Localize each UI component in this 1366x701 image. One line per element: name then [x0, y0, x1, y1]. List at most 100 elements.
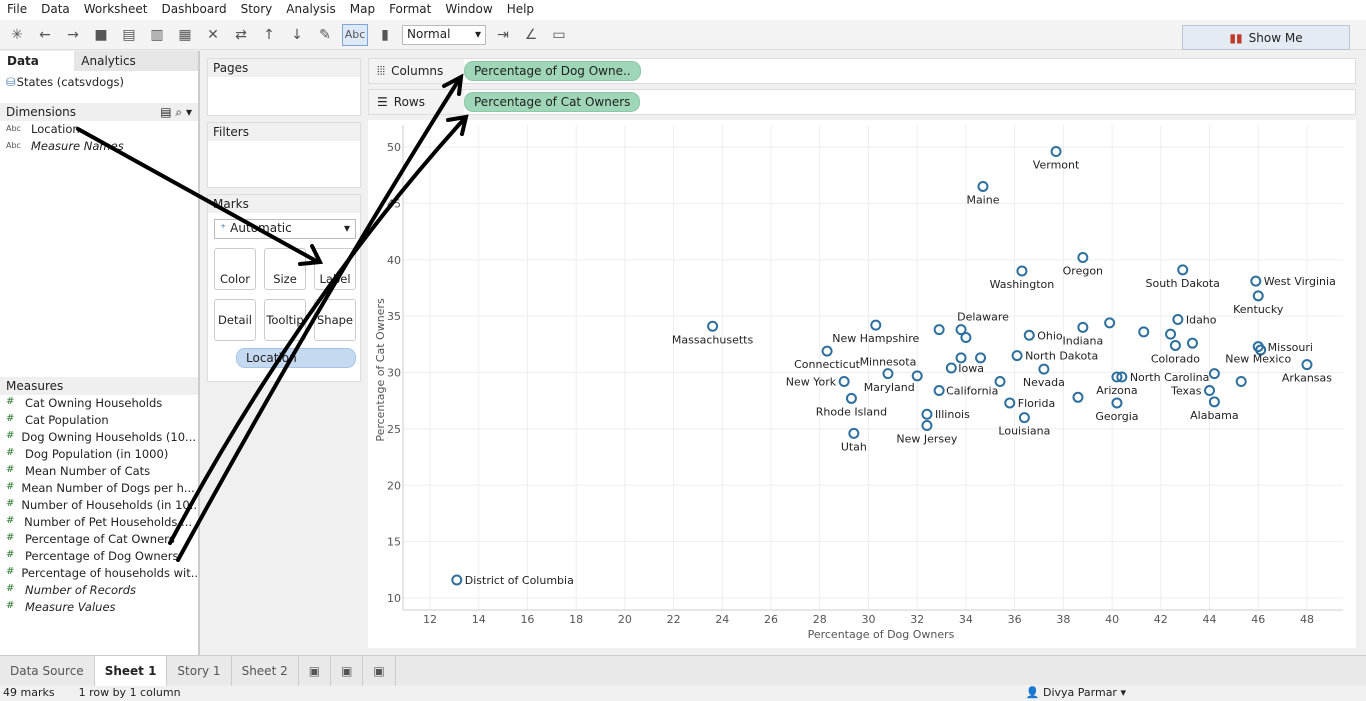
swap-icon[interactable]: ⇄: [230, 24, 252, 46]
dimension-field[interactable]: Abc Measure Names: [0, 138, 198, 155]
data-point[interactable]: [1023, 329, 1035, 341]
scatter-plot[interactable]: 12 14 16 18 20 22 24 26 28 30 32 34 36 38 40 42 44 46 48 10…: [368, 120, 1356, 648]
data-point[interactable]: [1072, 391, 1084, 403]
user-menu[interactable]: 👤 Divya Parmar ▾: [1026, 686, 1126, 701]
data-point[interactable]: [921, 408, 933, 420]
data-point[interactable]: [975, 352, 987, 364]
sheet-tab[interactable]: Story 1: [167, 655, 232, 686]
measure-field[interactable]: # Measure Values: [0, 599, 198, 616]
menu-help[interactable]: Help: [500, 0, 541, 20]
datasource-item[interactable]: ⛁ States (catsvdogs): [0, 71, 198, 93]
data-point[interactable]: [1208, 396, 1220, 408]
new-worksheet-icon[interactable]: ▥: [146, 24, 168, 46]
new-worksheet-icon[interactable]: ▣: [299, 655, 332, 686]
rows-pill[interactable]: Percentage of Cat Owners: [464, 92, 641, 112]
data-point[interactable]: [870, 319, 882, 331]
label-button[interactable]: Label: [314, 248, 356, 290]
data-point[interactable]: [1208, 368, 1220, 380]
data-point[interactable]: [838, 376, 850, 388]
sheet-tab[interactable]: Data Source: [0, 655, 95, 686]
columns-shelf[interactable]: ⦙⦙⦙ Columns Percentage of Dog Owne..: [368, 58, 1356, 84]
duplicate-sheet-icon[interactable]: ▦: [174, 24, 196, 46]
mark-type-select[interactable]: ⁺ Automatic ▾: [214, 219, 356, 239]
presentation-icon[interactable]: ▭: [548, 24, 570, 46]
data-point[interactable]: [994, 376, 1006, 388]
data-point[interactable]: [848, 427, 860, 439]
sort-asc-icon[interactable]: ↑: [258, 24, 280, 46]
filters-card[interactable]: Filters: [207, 122, 361, 188]
columns-pill[interactable]: Percentage of Dog Owne..: [464, 61, 641, 81]
measure-field[interactable]: # Number of Records: [0, 582, 198, 599]
measure-field[interactable]: # Mean Number of Dogs per h...: [0, 480, 198, 497]
attach-icon[interactable]: ✎: [314, 24, 336, 46]
clear-sheet-icon[interactable]: ✕: [202, 24, 224, 46]
view-size-select[interactable]: Normal ▾: [402, 24, 486, 45]
show-labels-button[interactable]: Abc: [342, 23, 368, 46]
menu-format[interactable]: Format: [382, 0, 438, 20]
measure-field[interactable]: # Percentage of households wit...: [0, 565, 198, 582]
data-point[interactable]: [1104, 317, 1116, 329]
chart-type-icon[interactable]: ▮: [374, 24, 396, 46]
data-point[interactable]: [707, 320, 719, 332]
measure-field[interactable]: # Number of Pet Households ...: [0, 514, 198, 531]
data-point[interactable]: [451, 574, 463, 586]
data-point[interactable]: [1138, 326, 1150, 338]
menu-analysis[interactable]: Analysis: [279, 0, 342, 20]
data-point[interactable]: [955, 352, 967, 364]
data-point[interactable]: [1018, 412, 1030, 424]
detail-button[interactable]: Detail: [214, 299, 256, 341]
menu-dashboard[interactable]: Dashboard: [154, 0, 233, 20]
menu-window[interactable]: Window: [438, 0, 499, 20]
pages-card[interactable]: Pages: [207, 58, 361, 116]
new-story-icon[interactable]: ▣: [363, 655, 396, 686]
sheet-tab[interactable]: Sheet 1: [94, 655, 168, 686]
data-point[interactable]: [1050, 146, 1062, 158]
measure-field[interactable]: # Percentage of Cat Owners: [0, 531, 198, 548]
size-button[interactable]: Size: [264, 248, 306, 290]
y-axis-title[interactable]: Percentage of Cat Owners: [374, 298, 387, 442]
forward-icon[interactable]: →: [62, 24, 84, 46]
data-point[interactable]: [1186, 337, 1198, 349]
measure-field[interactable]: # Percentage of Dog Owners: [0, 548, 198, 565]
tableau-logo-icon[interactable]: ✳: [6, 24, 28, 46]
data-point[interactable]: [1004, 397, 1016, 409]
tooltip-button[interactable]: Tooltip: [264, 299, 306, 341]
new-datasource-icon[interactable]: ▤: [118, 24, 140, 46]
data-point[interactable]: [1169, 339, 1181, 351]
data-point[interactable]: [1235, 376, 1247, 388]
data-point[interactable]: [1111, 397, 1123, 409]
tab-data[interactable]: Data: [0, 51, 75, 71]
measure-field[interactable]: # Dog Population (in 1000): [0, 446, 198, 463]
menu-map[interactable]: Map: [343, 0, 382, 20]
color-button[interactable]: Color: [214, 248, 256, 290]
save-icon[interactable]: ■: [90, 24, 112, 46]
rows-shelf[interactable]: ☰ Rows Percentage of Cat Owners: [368, 89, 1356, 115]
dimension-field[interactable]: Abc Location: [0, 121, 198, 138]
data-point[interactable]: [1077, 251, 1089, 263]
new-dashboard-icon[interactable]: ▣: [331, 655, 364, 686]
data-point[interactable]: [1011, 350, 1023, 362]
search-icon[interactable]: ▤ ⌕ ▾: [160, 105, 192, 119]
measure-field[interactable]: # Cat Owning Households: [0, 395, 198, 412]
back-icon[interactable]: ←: [34, 24, 56, 46]
menu-worksheet[interactable]: Worksheet: [77, 0, 155, 20]
menu-data[interactable]: Data: [34, 0, 77, 20]
data-point[interactable]: [1016, 265, 1028, 277]
menu-story[interactable]: Story: [234, 0, 280, 20]
label-location-pill[interactable]: Location: [236, 348, 356, 368]
data-point[interactable]: [1077, 321, 1089, 333]
x-axis-title[interactable]: Percentage of Dog Owners: [808, 628, 955, 641]
data-point[interactable]: [1250, 275, 1262, 287]
shape-button[interactable]: Shape: [314, 299, 356, 341]
data-point[interactable]: [845, 392, 857, 404]
data-point[interactable]: [977, 180, 989, 192]
data-point[interactable]: [933, 385, 945, 397]
measure-field[interactable]: # Mean Number of Cats: [0, 463, 198, 480]
fix-axes-icon[interactable]: ⇥: [492, 24, 514, 46]
view-pane[interactable]: 12 14 16 18 20 22 24 26 28 30 32 34 36 38 40 42 44 46 48 10…: [368, 120, 1356, 648]
data-point[interactable]: [945, 362, 957, 374]
highlight-icon[interactable]: ∠: [520, 24, 542, 46]
measure-field[interactable]: # Dog Owning Households (10...: [0, 429, 198, 446]
show-me-button[interactable]: ▮▮ Show Me: [1182, 25, 1350, 50]
data-point[interactable]: [1177, 264, 1189, 276]
